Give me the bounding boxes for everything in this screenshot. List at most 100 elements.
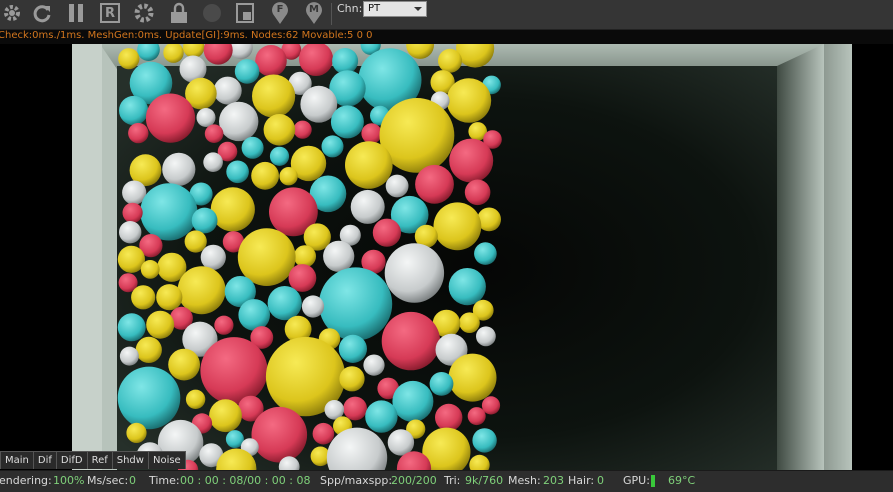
status-bar: endering: 100% Ms/sec: 0 Time: 00 : 00 :… — [0, 470, 893, 492]
ball — [384, 243, 445, 303]
ball — [200, 244, 226, 270]
ball — [345, 141, 393, 189]
ball — [203, 152, 223, 172]
ball — [140, 260, 160, 279]
ball — [267, 286, 302, 321]
channel-label: Chn: — [337, 2, 363, 15]
hair-value: 0 — [597, 474, 604, 487]
tri-label: Tri: — [444, 474, 461, 487]
tab-dif[interactable]: Dif — [32, 451, 57, 469]
time-label: Time: — [149, 474, 180, 487]
stats-line: Check:0ms./1ms. MeshGen:0ms. Update[GI]:… — [0, 30, 373, 41]
ball — [219, 101, 259, 142]
gpu-usage-bar — [651, 475, 655, 487]
lock-icon[interactable] — [167, 1, 191, 25]
toolbar: R F M Chn: PT — [0, 0, 893, 30]
tab-noise[interactable]: Noise — [147, 451, 186, 469]
ball — [128, 122, 149, 144]
ball — [438, 48, 462, 73]
ball — [118, 48, 140, 70]
pause-icon[interactable] — [64, 1, 88, 25]
ball — [343, 396, 367, 421]
ball — [191, 207, 218, 234]
ball — [119, 221, 142, 244]
gear-icon[interactable] — [0, 1, 24, 25]
ball — [119, 346, 139, 366]
ball — [210, 187, 255, 232]
ball — [323, 240, 355, 272]
ball — [156, 284, 183, 311]
ball — [476, 326, 496, 347]
ball — [435, 403, 463, 432]
r-icon[interactable]: R — [98, 1, 122, 25]
channel-value: PT — [368, 3, 381, 14]
ball — [184, 230, 207, 253]
ball — [464, 179, 491, 206]
ball — [312, 422, 335, 445]
ball — [252, 74, 296, 118]
ball — [251, 161, 279, 190]
settings-gear-icon[interactable] — [132, 1, 156, 25]
ball — [263, 114, 296, 146]
ball — [448, 268, 486, 306]
mssec-value: 0 — [129, 474, 136, 487]
ball — [238, 299, 270, 331]
render-viewport[interactable] — [0, 44, 893, 470]
chevron-down-icon — [414, 7, 422, 11]
mesh-value: 203 — [543, 474, 564, 487]
ball — [449, 138, 494, 183]
channel-tabs: Main Dif DifD Ref Shdw Noise — [0, 451, 186, 469]
hair-label: Hair: — [568, 474, 595, 487]
ball — [446, 78, 492, 123]
tab-shdw[interactable]: Shdw — [111, 451, 149, 469]
gpu-label: GPU: — [623, 474, 650, 487]
ball — [241, 136, 264, 159]
m-pin-icon[interactable]: M — [302, 1, 326, 25]
frame-icon[interactable] — [233, 1, 257, 25]
ball — [429, 372, 454, 396]
f-pin-icon[interactable]: F — [268, 1, 292, 25]
ball — [185, 389, 206, 409]
refresh-icon[interactable] — [30, 1, 54, 25]
ball — [214, 315, 234, 335]
ball — [126, 422, 147, 443]
f-letter: F — [276, 4, 284, 15]
r-letter: R — [104, 5, 115, 21]
ball — [251, 406, 308, 463]
ball — [146, 310, 175, 339]
ball — [330, 105, 364, 139]
gpu-temp: 69°C — [668, 474, 696, 487]
ball — [350, 189, 385, 224]
ball — [301, 295, 325, 318]
ball — [392, 380, 434, 422]
ball — [234, 59, 260, 84]
ball — [279, 167, 298, 186]
channel-select[interactable]: PT — [363, 1, 427, 17]
ball — [209, 399, 242, 433]
ball — [204, 124, 224, 143]
ball — [387, 429, 415, 456]
ball — [381, 311, 441, 371]
ball — [117, 366, 181, 430]
tri-value: 9k/760 — [465, 474, 504, 487]
ball — [459, 312, 480, 334]
mssec-label: Ms/sec: — [87, 474, 129, 487]
ball — [131, 285, 156, 310]
ball — [145, 93, 196, 143]
ball — [196, 108, 216, 127]
ball — [135, 336, 162, 363]
ball — [117, 313, 146, 342]
tab-ref[interactable]: Ref — [86, 451, 113, 469]
ball — [474, 242, 497, 265]
ball — [472, 428, 497, 453]
ball — [119, 95, 149, 126]
ball — [385, 174, 409, 198]
m-letter: M — [309, 4, 319, 15]
ball — [415, 164, 454, 204]
tab-main[interactable]: Main — [0, 451, 34, 469]
circle-icon[interactable] — [200, 1, 224, 25]
tab-difd[interactable]: DifD — [55, 451, 88, 469]
rendering-value: 100% — [53, 474, 85, 487]
mesh-label: Mesh: — [508, 474, 541, 487]
ball — [361, 123, 382, 144]
